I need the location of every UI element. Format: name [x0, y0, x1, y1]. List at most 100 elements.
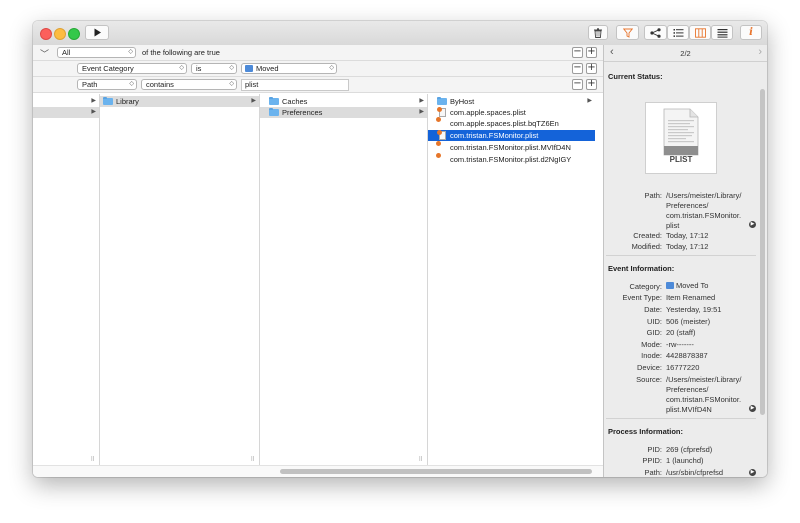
horizontal-scroll-thumb[interactable] [280, 469, 592, 474]
columns-icon [694, 27, 706, 38]
gid-label: GID: [646, 328, 662, 337]
popup-arrows-icon: ◇ [229, 65, 234, 71]
mode-value: -rw------- [666, 340, 694, 349]
category-value-popup[interactable]: Moved ◇ [241, 63, 337, 74]
modified-label: Modified: [631, 242, 662, 251]
plist-icon-label: PLIST [669, 155, 693, 164]
gid-value: 20 (staff) [666, 328, 696, 337]
match-suffix-label: of the following are true [142, 48, 220, 57]
chevron-right-icon: ▶ [91, 109, 96, 115]
chevron-right-icon: ▶ [587, 98, 592, 104]
list-view-button[interactable] [667, 25, 689, 40]
reveal-process-icon[interactable]: ▶ [749, 469, 756, 476]
zoom-window-button[interactable] [68, 28, 80, 40]
horizontal-scrollbar[interactable] [33, 465, 603, 477]
event-badge-icon [436, 117, 446, 128]
remove-predicate-button[interactable]: − [572, 47, 583, 58]
category-value-text: Moved To [676, 281, 709, 290]
uid-value: 506 (meister) [666, 317, 711, 326]
predicate-row-category: Event Category ◇ is ◇ Moved ◇ − + [33, 61, 603, 77]
path-operator-popup[interactable]: contains ◇ [141, 79, 237, 90]
event-badge-icon [436, 153, 446, 164]
category-operator-popup[interactable]: is ◇ [191, 63, 237, 74]
process-path-value: /usr/sbin/cfprefsd [666, 468, 724, 477]
column-row-label: Caches [282, 97, 308, 106]
current-status-heading: Current Status: [608, 72, 663, 81]
category-value-text: Moved [256, 64, 279, 73]
path-field-popup[interactable]: Path ◇ [77, 79, 137, 90]
close-window-button[interactable] [40, 28, 52, 40]
add-predicate-button[interactable]: + [586, 79, 597, 90]
inspector-scroll-thumb[interactable] [760, 89, 765, 415]
next-event-icon[interactable]: › [758, 46, 762, 58]
remove-predicate-button[interactable]: − [572, 63, 583, 74]
date-label: Date: [644, 305, 662, 314]
column-resize-handle[interactable]: ll [251, 456, 254, 463]
moved-arrow-icon [245, 65, 253, 72]
column-row-file[interactable]: com.tristan.FSMonitor.plist.d2NgIGY [428, 153, 595, 165]
column-row[interactable]: ▶ [33, 96, 99, 107]
reveal-source-icon[interactable]: ▶ [749, 405, 756, 412]
inspector-nav: ‹ 2/2 › [604, 45, 767, 62]
chevron-right-icon: ▶ [91, 98, 96, 104]
column-view-button[interactable] [689, 25, 711, 40]
path-value: /Users/meister/Library/ Preferences/ com… [666, 191, 742, 230]
column-resize-handle[interactable]: ll [419, 456, 422, 463]
remove-predicate-button[interactable]: − [572, 79, 583, 90]
column-row-selected[interactable]: ▶ [33, 107, 99, 118]
device-value: 16777220 [666, 363, 700, 372]
column-browser: ▶ ▶ ll Library ▶ ll Caches ▶ Preferences… [33, 94, 603, 477]
category-field-popup[interactable]: Event Category ◇ [77, 63, 187, 74]
match-popup-value: All [62, 48, 71, 57]
list-icon [673, 28, 683, 37]
column-row-file[interactable]: com.apple.spaces.plist.bqTZ6En [428, 117, 595, 129]
start-monitoring-button[interactable] [85, 25, 109, 40]
source-label: Source: [636, 375, 662, 384]
clear-events-button[interactable] [588, 25, 608, 40]
plist-file-icon [437, 130, 446, 140]
plist-file-icon [437, 107, 446, 117]
chevron-down-icon[interactable]: ﹀ [40, 47, 49, 60]
column-resize-handle[interactable]: ll [91, 456, 94, 463]
column-row-caches[interactable]: Caches ▶ [260, 96, 427, 107]
column-row-byhost[interactable]: ByHost ▶ [428, 96, 595, 107]
path-field-value: Path [82, 80, 98, 89]
browser-column-2: Library ▶ ll [100, 94, 260, 466]
column-row-label: com.tristan.FSMonitor.plist [450, 131, 539, 140]
folder-icon [269, 107, 279, 116]
add-predicate-button[interactable]: + [586, 63, 597, 74]
minimize-window-button[interactable] [54, 28, 66, 40]
path-value-text: plist [245, 80, 259, 89]
reveal-path-icon[interactable]: ▶ [749, 221, 756, 228]
moved-arrow-icon [666, 282, 674, 289]
plist-document-icon: PLIST [645, 102, 717, 174]
column-row-label: com.tristan.FSMonitor.plist.MVIfD4N [450, 143, 571, 152]
date-value: Yesterday, 19:51 [666, 305, 722, 314]
row-view-button[interactable] [711, 25, 733, 40]
inode-value: 4428878387 [666, 351, 708, 360]
column-row-label: com.tristan.FSMonitor.plist.d2NgIGY [450, 155, 572, 164]
column-row-file[interactable]: com.apple.spaces.plist [428, 107, 595, 118]
browser-column-1: ▶ ▶ ll [33, 94, 100, 466]
match-popup[interactable]: All ◇ [57, 47, 136, 58]
inode-label: Inode: [641, 351, 662, 360]
column-row-file[interactable]: com.tristan.FSMonitor.plist.MVIfD4N [428, 141, 595, 153]
add-predicate-button[interactable]: + [586, 47, 597, 58]
event-type-value: Item Renamed [666, 293, 716, 302]
predicate-row-path: Path ◇ contains ◇ plist − + [33, 77, 603, 93]
path-value-field[interactable]: plist [241, 79, 349, 91]
share-button[interactable] [644, 25, 667, 40]
filter-button[interactable] [616, 25, 639, 40]
created-value: Today, 17:12 [666, 231, 709, 240]
inspector-scrollbar[interactable] [759, 61, 767, 477]
section-divider [606, 255, 756, 256]
category-operator-value: is [196, 64, 202, 73]
inspector-panel: ‹ 2/2 › Current Status: PLIST Path: /Use… [603, 45, 767, 477]
event-type-label: Event Type: [622, 293, 662, 302]
info-button[interactable]: i [740, 25, 762, 40]
process-information-heading: Process Information: [608, 427, 684, 436]
column-row-preferences[interactable]: Preferences ▶ [260, 107, 427, 118]
column-row-library[interactable]: Library ▶ [100, 96, 259, 107]
column-row-file-selected[interactable]: com.tristan.FSMonitor.plist [428, 130, 595, 141]
toolbar: i [33, 21, 767, 46]
